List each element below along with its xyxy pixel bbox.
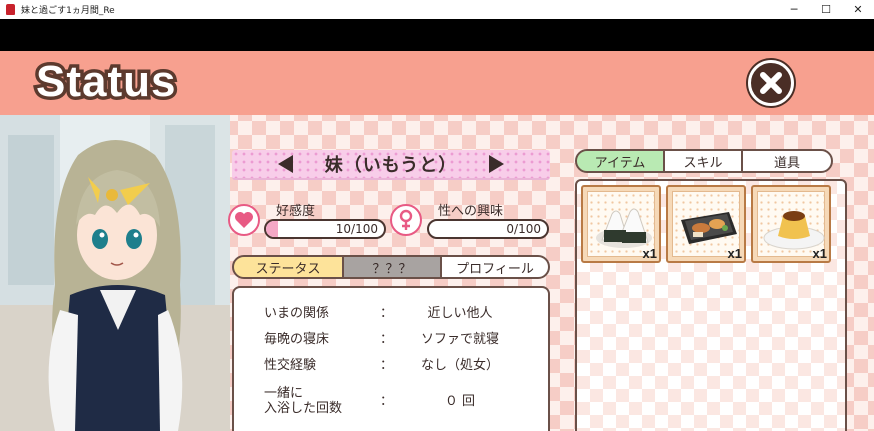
heart-icon bbox=[228, 204, 260, 236]
info-value: 近しい他人 bbox=[427, 306, 493, 321]
info-value: なし（処女） bbox=[420, 358, 499, 373]
close-icon bbox=[760, 72, 782, 94]
info-key: 毎晩の寝床 bbox=[264, 332, 330, 347]
interest-gauge: 0/100 bbox=[427, 219, 549, 239]
status-screen: Status 妹（いもうと） 好感度 10/100 性への興味 0/100 ステ… bbox=[0, 51, 874, 431]
status-tabs: ステータス ？？？ プロフィール bbox=[232, 255, 550, 279]
info-key: 性交経験 bbox=[264, 358, 317, 373]
window-titlebar: 妹と過ごす1ヵ月間_Re ─ ☐ ✕ bbox=[0, 0, 874, 19]
window-close-button[interactable]: ✕ bbox=[842, 0, 874, 19]
info-value: ソファで就寝 bbox=[420, 332, 499, 347]
info-row-bath-count: 一緒に 入浴した回数 ： ０ 回 bbox=[234, 382, 548, 416]
maximize-button[interactable]: ☐ bbox=[810, 0, 842, 19]
close-button[interactable] bbox=[748, 60, 794, 106]
female-symbol-icon bbox=[390, 204, 422, 236]
affection-label: 好感度 bbox=[276, 204, 316, 219]
item-quantity: x1 bbox=[642, 246, 657, 261]
item-slot-onigiri[interactable]: x1 bbox=[581, 185, 661, 263]
info-key: いまの関係 bbox=[264, 306, 330, 321]
item-slot-pudding[interactable]: x1 bbox=[751, 185, 831, 263]
affection-gauge-fill bbox=[266, 221, 278, 237]
tab-status[interactable]: ステータス bbox=[232, 255, 344, 279]
previous-character-arrow[interactable] bbox=[278, 155, 293, 173]
info-colon: ： bbox=[380, 306, 394, 321]
letterbox-bar bbox=[0, 19, 874, 51]
minimize-button[interactable]: ─ bbox=[778, 0, 810, 19]
character-name: 妹（いもうと） bbox=[324, 155, 458, 176]
screen-title: Status bbox=[32, 54, 179, 110]
interest-label: 性への興味 bbox=[438, 204, 504, 219]
character-name-bar: 妹（いもうと） bbox=[232, 150, 550, 180]
next-character-arrow[interactable] bbox=[489, 155, 504, 173]
inventory-tabs: アイテム スキル 道具 bbox=[575, 149, 833, 173]
tab-unknown[interactable]: ？？？ bbox=[342, 255, 442, 279]
info-colon: ： bbox=[380, 394, 394, 409]
affection-gauge: 10/100 bbox=[264, 219, 386, 239]
info-colon: ： bbox=[380, 332, 394, 347]
window-controls: ─ ☐ ✕ bbox=[778, 0, 874, 19]
tab-tools[interactable]: 道具 bbox=[741, 149, 833, 173]
app-icon bbox=[6, 4, 15, 15]
status-info-panel: いまの関係 ： 近しい他人 毎晩の寝床 ： ソファで就寝 性交経験 ： なし（処… bbox=[232, 286, 550, 431]
window-title: 妹と過ごす1ヵ月間_Re bbox=[21, 6, 115, 16]
tab-skills[interactable]: スキル bbox=[663, 149, 743, 173]
tab-profile[interactable]: プロフィール bbox=[440, 255, 550, 279]
item-slot-bento[interactable]: x1 bbox=[666, 185, 746, 263]
info-value: ０ 回 bbox=[444, 394, 476, 409]
character-portrait bbox=[0, 115, 230, 431]
item-quantity: x1 bbox=[812, 246, 827, 261]
info-key-line2: 入浴した回数 bbox=[264, 401, 343, 416]
info-colon: ： bbox=[380, 358, 394, 373]
affection-value: 10/100 bbox=[335, 222, 378, 236]
items-panel: x1 x1 x1 bbox=[575, 179, 847, 431]
item-quantity: x1 bbox=[727, 246, 742, 261]
interest-value: 0/100 bbox=[506, 222, 541, 236]
tab-items[interactable]: アイテム bbox=[575, 149, 665, 173]
